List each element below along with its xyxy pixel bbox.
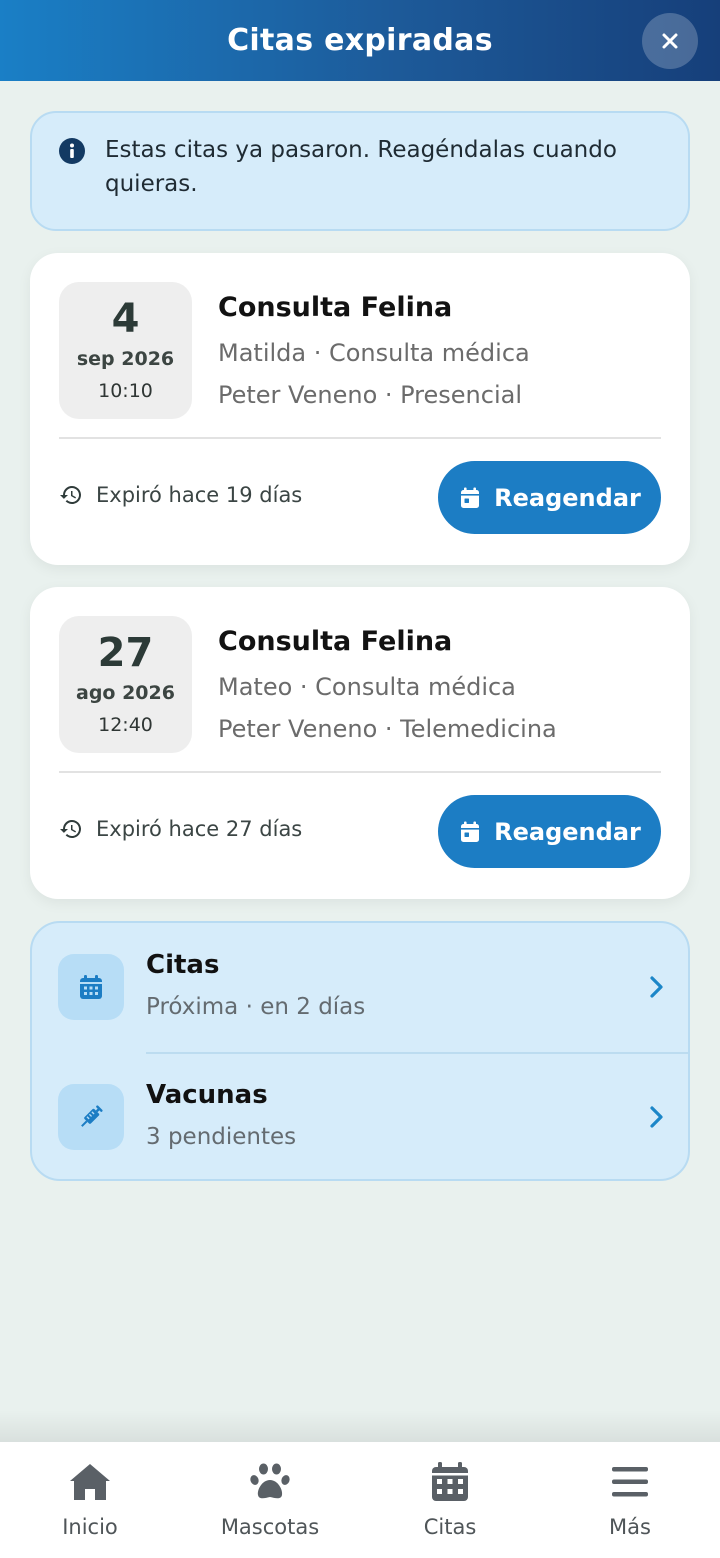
calendar-icon [461, 821, 480, 842]
calendar-icon [432, 1462, 468, 1501]
appointment-vet-line: Peter Veneno · Presencial [218, 381, 523, 409]
date-box: 27 ago 2026 12:40 [59, 616, 192, 753]
link-icon-box [58, 1084, 124, 1150]
reschedule-button[interactable]: Reagendar [438, 795, 661, 868]
appointment-card: 4 sep 2026 10:10 Consulta Felina Matilda… [30, 253, 690, 565]
nav-citas[interactable]: Citas [360, 1442, 540, 1558]
card-divider [59, 437, 661, 439]
appointment-pet-line: Matilda · Consulta médica [218, 339, 530, 367]
date-day: 27 [97, 630, 154, 676]
nav-mascotas[interactable]: Mascotas [180, 1442, 360, 1558]
nav-label: Inicio [62, 1515, 118, 1539]
chevron-right-icon [650, 1106, 663, 1128]
date-day: 4 [111, 296, 140, 342]
info-icon [59, 138, 85, 164]
date-month-year: ago 2026 [76, 682, 175, 704]
appointment-pet-line: Mateo · Consulta médica [218, 673, 516, 701]
nav-mas[interactable]: Más [540, 1442, 720, 1558]
reschedule-button[interactable]: Reagendar [438, 461, 661, 534]
appointment-title: Consulta Felina [218, 292, 453, 323]
appointment-vet-line: Peter Veneno · Telemedicina [218, 715, 557, 743]
appointment-title: Consulta Felina [218, 626, 453, 657]
nav-label: Más [609, 1515, 651, 1539]
link-subtitle: 3 pendientes [146, 1124, 297, 1150]
paw-icon [250, 1463, 290, 1499]
expired-text: Expiró hace 27 días [96, 817, 303, 841]
history-icon [60, 820, 81, 838]
expired-status: Expiró hace 19 días [59, 483, 302, 507]
header-bar: Citas expiradas [0, 0, 720, 81]
expired-status: Expiró hace 27 días [59, 817, 302, 841]
link-citas[interactable]: Citas Próxima · en 2 días [32, 923, 688, 1051]
info-message: Estas citas ya pasaron. Reagéndalas cuan… [105, 137, 617, 197]
bottom-nav: Inicio Mascotas Citas Más [0, 1442, 720, 1558]
quick-links-panel: Citas Próxima · en 2 días Vacunas 3 pend… [30, 921, 690, 1181]
history-icon [60, 486, 81, 504]
menu-icon [612, 1467, 648, 1497]
bottom-nav-shadow [0, 1410, 720, 1442]
page-title: Citas expiradas [227, 23, 493, 58]
nav-inicio[interactable]: Inicio [0, 1442, 180, 1558]
link-title: Vacunas [146, 1080, 268, 1110]
date-month-year: sep 2026 [76, 348, 175, 370]
date-time: 10:10 [98, 380, 153, 402]
calendar-icon [80, 975, 102, 999]
reschedule-label: Reagendar [494, 483, 641, 512]
chevron-right-icon [650, 976, 663, 998]
link-vacunas[interactable]: Vacunas 3 pendientes [32, 1053, 688, 1181]
nav-label: Citas [423, 1515, 477, 1539]
info-banner: Estas citas ya pasaron. Reagéndalas cuan… [30, 111, 690, 231]
calendar-icon [461, 487, 480, 508]
link-title: Citas [146, 950, 220, 980]
close-icon [662, 33, 678, 49]
home-icon [70, 1464, 110, 1500]
expired-text: Expiró hace 19 días [96, 483, 303, 507]
close-button[interactable] [642, 13, 698, 69]
syringe-icon [81, 1105, 103, 1127]
nav-label: Mascotas [220, 1515, 320, 1539]
appointment-card: 27 ago 2026 12:40 Consulta Felina Mateo … [30, 587, 690, 899]
date-box: 4 sep 2026 10:10 [59, 282, 192, 419]
card-divider [59, 771, 661, 773]
date-time: 12:40 [98, 714, 153, 736]
link-icon-box [58, 954, 124, 1020]
reschedule-label: Reagendar [494, 817, 641, 846]
link-subtitle: Próxima · en 2 días [146, 994, 366, 1020]
